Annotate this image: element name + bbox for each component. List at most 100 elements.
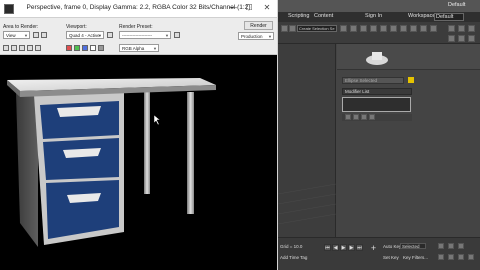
add-time-tag-button[interactable]: Add Time Tag (280, 255, 307, 260)
maximize-icon[interactable]: ☐ (242, 2, 256, 14)
modifier-stack[interactable] (342, 97, 411, 112)
chevron-down-icon: ▼ (98, 33, 102, 38)
viewport-dropdown[interactable]: Quad 4 - Active ▼ (66, 31, 104, 39)
chevron-down-icon: ▼ (153, 46, 157, 51)
minimize-icon[interactable]: — (226, 2, 240, 14)
menu-content[interactable]: Content (314, 13, 333, 19)
display-tab-icon[interactable] (458, 35, 465, 42)
previous-frame-icon[interactable]: ◀ (332, 244, 339, 251)
undo-icon[interactable] (281, 25, 288, 32)
pan-icon[interactable] (448, 254, 454, 260)
render-icon[interactable] (430, 25, 437, 32)
next-frame-icon[interactable]: ▶ (348, 244, 355, 251)
channel-display-dropdown[interactable]: RGB Alpha ▼ (119, 44, 159, 52)
modifier-stack-tools (342, 114, 412, 121)
desk-leg-front (187, 92, 194, 214)
drawer-top (40, 101, 119, 139)
orbit-icon[interactable] (458, 254, 464, 260)
workspaces-dropdown[interactable]: Default (434, 13, 464, 21)
material-editor-icon[interactable] (400, 25, 407, 32)
mirror-icon[interactable] (350, 25, 357, 32)
selection-set-dropdown[interactable]: Create Selection Se (297, 25, 337, 32)
print-icon[interactable] (27, 45, 33, 51)
maximize-viewport-icon[interactable] (468, 254, 474, 260)
max-menubar: Scripting Content Sign In Workspaces: De… (278, 12, 480, 22)
production-value: Production (241, 34, 263, 39)
selected-dropdown[interactable]: Selected (400, 243, 426, 249)
key-filters-button[interactable]: Key Filters... (403, 255, 428, 260)
command-panel-object-icons (366, 52, 388, 65)
edit-region-icon[interactable] (33, 32, 39, 38)
go-to-end-icon[interactable]: ⏭ (356, 244, 363, 251)
utilities-tab-icon[interactable] (468, 35, 475, 42)
auto-key-button[interactable]: Auto Key (383, 244, 401, 249)
drawer-middle (43, 138, 119, 180)
pin-stack-icon[interactable] (345, 114, 351, 120)
viewport-grid (277, 183, 337, 225)
save-image-icon[interactable] (3, 45, 9, 51)
remove-modifier-icon[interactable] (369, 114, 375, 120)
copy-image-icon[interactable] (11, 45, 17, 51)
viewport-value: Quad 4 - Active (69, 33, 100, 38)
zoom-icon[interactable] (438, 243, 444, 249)
red-channel-icon[interactable] (66, 45, 72, 51)
green-channel-icon[interactable] (74, 45, 80, 51)
layer-explorer-icon[interactable] (370, 25, 377, 32)
lock-icon[interactable] (107, 32, 113, 38)
selected-dropdown-value: Selected (402, 244, 420, 249)
create-tab-icon[interactable] (448, 25, 455, 32)
area-to-render-dropdown[interactable]: View ▼ (3, 31, 30, 39)
object-color-swatch[interactable] (408, 77, 414, 83)
sign-in-button[interactable]: Sign In (365, 13, 382, 19)
desk-leg-back (144, 92, 150, 194)
close-icon[interactable]: ✕ (258, 2, 276, 14)
render-preset-label: Render Preset: (119, 24, 153, 30)
go-to-start-icon[interactable]: ⏮ (324, 244, 331, 251)
motion-tab-icon[interactable] (448, 35, 455, 42)
command-panel-tabs (337, 44, 480, 70)
blue-channel-icon[interactable] (82, 45, 88, 51)
play-icon[interactable]: ▶ (340, 244, 347, 251)
chevron-down-icon: ▼ (165, 33, 169, 38)
modifier-list-dropdown[interactable]: Modifier List (342, 88, 412, 95)
production-dropdown[interactable]: Production ▼ (238, 32, 274, 40)
title-bar: Perspective, frame 0, Display Gamma: 2.2… (0, 0, 277, 18)
modify-tab-icon[interactable] (458, 25, 465, 32)
desk-render (7, 78, 216, 247)
area-to-render-value: View (6, 33, 16, 38)
align-icon[interactable] (360, 25, 367, 32)
auto-region-icon[interactable] (41, 32, 47, 38)
show-end-result-icon[interactable] (353, 114, 359, 120)
render-setup-icon[interactable] (410, 25, 417, 32)
render-setup-icon[interactable] (174, 32, 180, 38)
field-of-view-icon[interactable] (438, 254, 444, 260)
max-viewport[interactable] (277, 44, 337, 237)
clear-icon[interactable] (35, 45, 41, 51)
viewport-label: Viewport: (66, 24, 87, 30)
channel-display-value: RGB Alpha (122, 46, 145, 51)
monochrome-icon[interactable] (98, 45, 104, 51)
clone-window-icon[interactable] (19, 45, 25, 51)
set-key-button[interactable]: Set Key (383, 255, 399, 260)
zoom-all-icon[interactable] (448, 243, 454, 249)
command-panel (337, 44, 480, 237)
schematic-view-icon[interactable] (390, 25, 397, 32)
render-button[interactable]: Render (244, 21, 273, 30)
cabinet-side (16, 92, 38, 247)
set-key-plus-icon[interactable]: + (369, 244, 378, 253)
render-preset-dropdown[interactable]: -------------------- ▼ (119, 31, 171, 39)
zoom-extents-icon[interactable] (458, 243, 464, 249)
chevron-down-icon: ▼ (268, 34, 272, 39)
render-frame-icon[interactable] (420, 25, 427, 32)
curve-editor-icon[interactable] (380, 25, 387, 32)
menu-scripting[interactable]: Scripting (288, 13, 309, 19)
max-top-strip: Default (278, 0, 480, 12)
named-selection-icon[interactable] (340, 25, 347, 32)
hierarchy-tab-icon[interactable] (468, 25, 475, 32)
redo-icon[interactable] (289, 25, 296, 32)
status-and-animation-bar: Grid = 10.0 Add Time Tag ⏮ ◀ ▶ ▶ ⏭ + Aut… (278, 237, 480, 270)
mouse-cursor-icon (153, 114, 161, 126)
make-unique-icon[interactable] (361, 114, 367, 120)
alpha-channel-icon[interactable] (90, 45, 96, 51)
object-name-field[interactable]: Ellipse Selected (342, 77, 404, 84)
